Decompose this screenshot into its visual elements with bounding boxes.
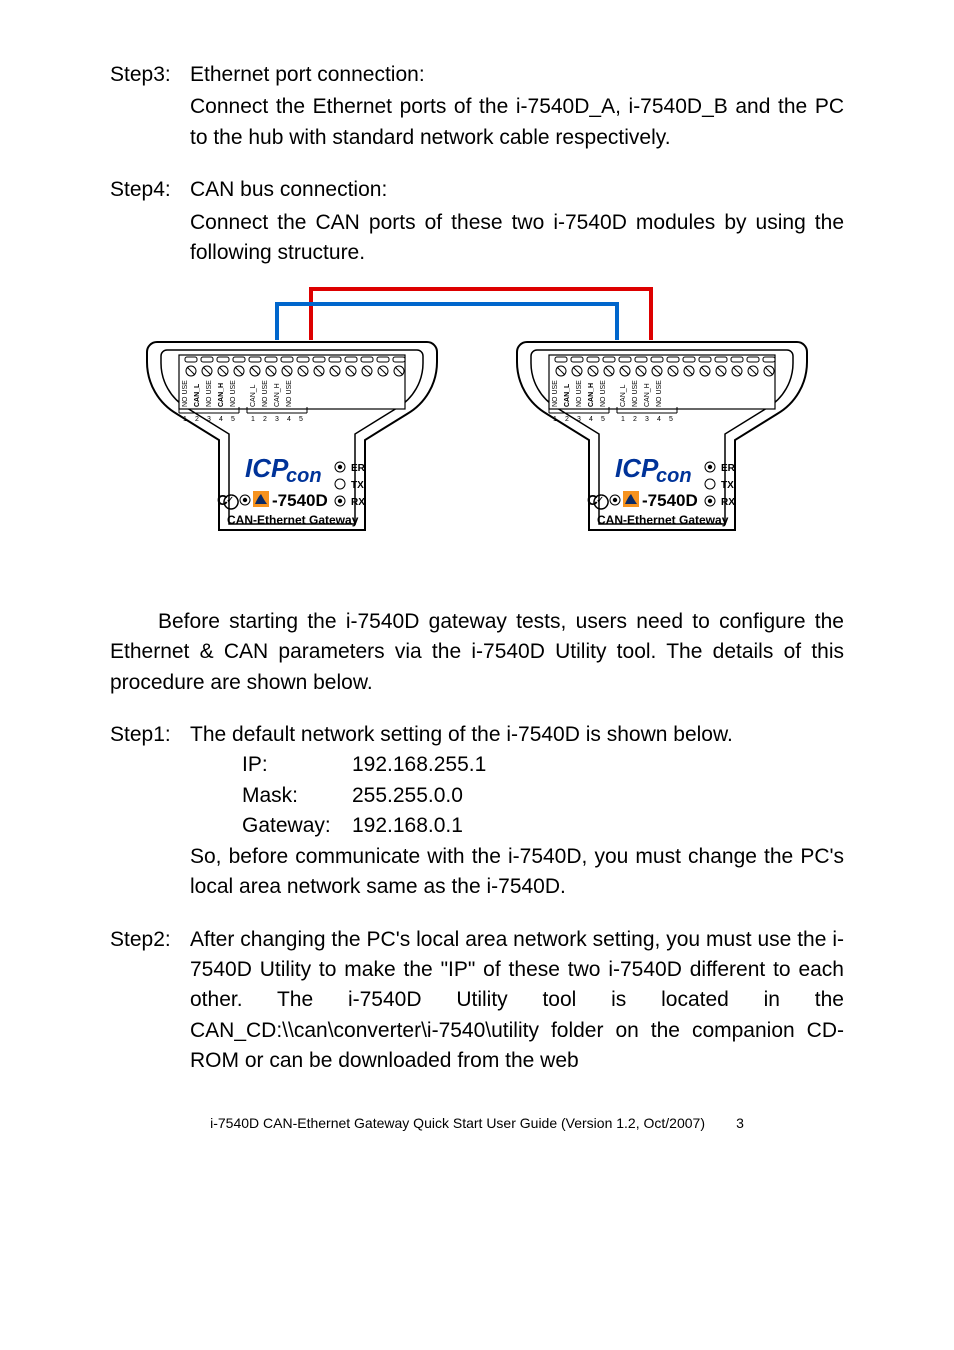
wiring-diagram: NO USE CAN_L NO USE CAN_H NO USE CAN_L N… bbox=[110, 287, 844, 547]
gw-key: Gateway: bbox=[242, 811, 352, 841]
svg-text:CAN_L: CAN_L bbox=[250, 384, 257, 407]
svg-text:ER: ER bbox=[351, 463, 366, 474]
gw-val: 192.168.0.1 bbox=[352, 811, 463, 841]
svg-text:TX: TX bbox=[351, 480, 364, 491]
step3-title: Ethernet port connection: bbox=[190, 60, 844, 90]
step1: Step1: The default network setting of th… bbox=[110, 720, 844, 903]
svg-text:NO USE: NO USE bbox=[286, 379, 293, 406]
svg-text:1: 1 bbox=[251, 416, 255, 423]
step1-tail: So, before communicate with the i-7540D,… bbox=[190, 842, 844, 903]
step1-title: The default network setting of the i-754… bbox=[190, 720, 844, 750]
svg-text:CAN-Ethernet Gateway: CAN-Ethernet Gateway bbox=[227, 513, 359, 527]
step4-title: CAN bus connection: bbox=[190, 175, 844, 205]
svg-text:4: 4 bbox=[219, 416, 223, 423]
svg-text:2: 2 bbox=[263, 416, 267, 423]
svg-text:NO USE: NO USE bbox=[230, 379, 237, 406]
svg-text:1: 1 bbox=[183, 416, 187, 423]
mask-key: Mask: bbox=[242, 781, 352, 811]
step4: Step4: CAN bus connection: Connect the C… bbox=[110, 175, 844, 268]
svg-text:CAN_L: CAN_L bbox=[194, 383, 201, 407]
step2-label: Step2: bbox=[110, 925, 190, 1077]
step3: Step3: Ethernet port connection: Connect… bbox=[110, 60, 844, 153]
svg-text:CAN_H: CAN_H bbox=[274, 383, 281, 407]
step2-body: After changing the PC's local area netwo… bbox=[190, 925, 844, 1077]
svg-text:NO USE: NO USE bbox=[206, 379, 213, 406]
step3-label: Step3: bbox=[110, 60, 190, 153]
intro-paragraph: Before starting the i-7540D gateway test… bbox=[110, 607, 844, 698]
footer-text: i-7540D CAN-Ethernet Gateway Quick Start… bbox=[210, 1115, 705, 1131]
svg-text:con: con bbox=[286, 465, 322, 487]
step2: Step2: After changing the PC's local are… bbox=[110, 925, 844, 1077]
svg-text:NO USE: NO USE bbox=[182, 379, 189, 406]
ip-key: IP: bbox=[242, 750, 352, 780]
svg-text:5: 5 bbox=[231, 416, 235, 423]
svg-text:4: 4 bbox=[287, 416, 291, 423]
svg-text:3: 3 bbox=[275, 416, 279, 423]
svg-text:ICP: ICP bbox=[245, 453, 289, 483]
svg-text:2: 2 bbox=[195, 416, 199, 423]
footer-page: 3 bbox=[736, 1115, 744, 1131]
svg-text:CAN_H: CAN_H bbox=[218, 383, 225, 407]
step4-label: Step4: bbox=[110, 175, 190, 268]
svg-text:5: 5 bbox=[299, 416, 303, 423]
mask-val: 255.255.0.0 bbox=[352, 781, 463, 811]
step1-label: Step1: bbox=[110, 720, 190, 903]
svg-text:✓: ✓ bbox=[226, 495, 234, 506]
step3-body: Connect the Ethernet ports of the i-7540… bbox=[190, 92, 844, 153]
page-footer: i-7540D CAN-Ethernet Gateway Quick Start… bbox=[110, 1115, 844, 1131]
ip-val: 192.168.255.1 bbox=[352, 750, 486, 780]
svg-text:RX: RX bbox=[351, 497, 365, 508]
svg-text:3: 3 bbox=[207, 416, 211, 423]
svg-text:-7540D: -7540D bbox=[272, 491, 328, 510]
step4-body: Connect the CAN ports of these two i-754… bbox=[190, 208, 844, 269]
svg-text:NO USE: NO USE bbox=[262, 379, 269, 406]
